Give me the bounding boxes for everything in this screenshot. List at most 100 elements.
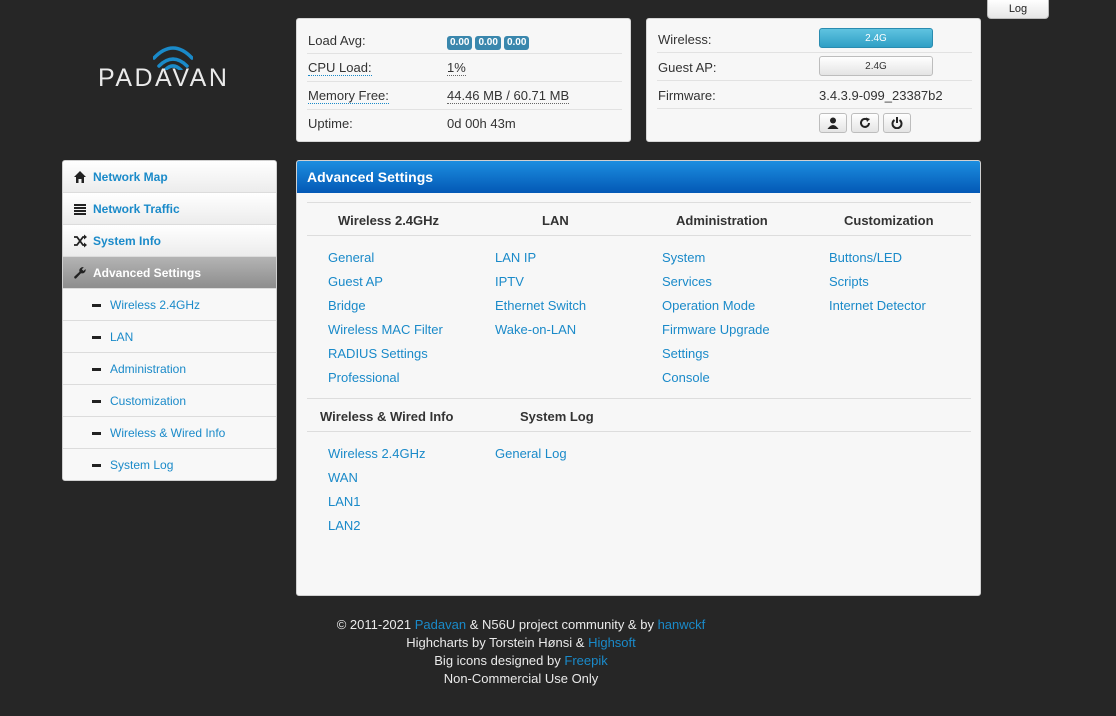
wireless-links: General Guest AP Bridge Wireless MAC Fil… [328, 250, 443, 394]
dash-icon [92, 432, 101, 435]
dash-icon [92, 400, 101, 403]
guest-ap-row: Guest AP: 2.4G [657, 53, 972, 81]
sidebar-item-label: Network Map [93, 170, 168, 184]
link-buttons-led[interactable]: Buttons/LED [829, 250, 926, 274]
list-icon [74, 204, 86, 215]
link-wireless-mac-filter[interactable]: Wireless MAC Filter [328, 322, 443, 346]
footer: © 2011-2021 Padavan & N56U project commu… [296, 616, 746, 688]
firmware-version-link[interactable]: 3.4.3.9-099_23387b2 [819, 88, 943, 103]
guest-ap-2g-button[interactable]: 2.4G [819, 56, 933, 76]
shuffle-icon [74, 234, 87, 248]
memory-free-link[interactable]: Memory Free: [308, 89, 389, 104]
link-iptv[interactable]: IPTV [495, 274, 586, 298]
logo-text: PADAVAN [98, 64, 230, 92]
link-firmware-upgrade[interactable]: Firmware Upgrade [662, 322, 770, 346]
wireless-label: Wireless: [658, 32, 712, 47]
link-console[interactable]: Console [662, 370, 770, 394]
cpu-load-link[interactable]: CPU Load: [308, 61, 372, 76]
sidebar-sub-label: System Log [110, 458, 174, 472]
link-wake-on-lan[interactable]: Wake-on-LAN [495, 322, 586, 346]
sidebar-sub-wireless-wired-info[interactable]: Wireless & Wired Info [63, 417, 276, 449]
link-operation-mode[interactable]: Operation Mode [662, 298, 770, 322]
sidebar-item-network-map[interactable]: Network Map [63, 161, 276, 193]
uptime-row: Uptime: 0d 00h 43m [307, 109, 622, 137]
sidebar-sub-label: Administration [110, 362, 187, 376]
sidebar-sub-administration[interactable]: Administration [63, 353, 276, 385]
log-button[interactable]: Log [987, 0, 1049, 19]
section-heading-system-log: System Log [520, 409, 594, 424]
section-heading-customization: Customization [844, 213, 934, 228]
copyright-text: © 2011-2021 [336, 617, 412, 632]
cpu-load-value: 1% [447, 60, 466, 76]
link-info-wan[interactable]: WAN [328, 470, 426, 494]
page-title: Advanced Settings [297, 161, 980, 193]
link-info-lan2[interactable]: LAN2 [328, 518, 426, 542]
link-system[interactable]: System [662, 250, 770, 274]
sidebar-item-network-traffic[interactable]: Network Traffic [63, 193, 276, 225]
sidebar-sub-lan[interactable]: LAN [63, 321, 276, 353]
highsoft-link[interactable]: Highsoft [588, 635, 636, 650]
sidebar-menu: Network Map Network Traffic System Info … [62, 160, 277, 481]
link-lan-ip[interactable]: LAN IP [495, 250, 586, 274]
padavan-link[interactable]: Padavan [415, 617, 466, 632]
administration-links: System Services Operation Mode Firmware … [662, 250, 770, 394]
link-services[interactable]: Services [662, 274, 770, 298]
power-icon [891, 117, 903, 130]
dash-icon [92, 304, 101, 307]
load-avg-values: 0.00 0.00 0.00 [447, 33, 532, 50]
padavan-logo: PADAVAN [98, 44, 248, 110]
highcharts-text: Highcharts by Torstein Hønsi & [406, 635, 585, 650]
link-scripts[interactable]: Scripts [829, 274, 926, 298]
sidebar-sub-label: Wireless 2.4GHz [110, 298, 201, 312]
sidebar-sub-system-log[interactable]: System Log [63, 449, 276, 480]
sidebar-sub-customization[interactable]: Customization [63, 385, 276, 417]
link-radius-settings[interactable]: RADIUS Settings [328, 346, 443, 370]
reboot-button[interactable] [851, 113, 879, 133]
link-info-lan1[interactable]: LAN1 [328, 494, 426, 518]
network-status-panel: Wireless: 2.4G Guest AP: 2.4G Firmware: … [646, 18, 981, 142]
section-heading-wireless: Wireless 2.4GHz [338, 213, 440, 228]
wireless-2g-button[interactable]: 2.4G [819, 28, 933, 48]
sidebar-item-advanced-settings[interactable]: Advanced Settings [63, 257, 276, 289]
firmware-label: Firmware: [658, 88, 716, 103]
action-buttons-row [657, 109, 972, 137]
wireless-row: Wireless: 2.4G [657, 25, 972, 53]
syslog-links: General Log [495, 446, 567, 470]
sidebar-item-label: Network Traffic [93, 202, 180, 216]
user-button[interactable] [819, 113, 847, 133]
sidebar-item-system-info[interactable]: System Info [63, 225, 276, 257]
cpu-load-row: CPU Load: 1% [307, 54, 622, 82]
freepik-link[interactable]: Freepik [564, 653, 607, 668]
memory-free-row: Memory Free: 44.46 MB / 60.71 MB [307, 82, 622, 110]
link-ethernet-switch[interactable]: Ethernet Switch [495, 298, 586, 322]
footer-line-4: Non-Commercial Use Only [443, 671, 599, 686]
firmware-row: Firmware: 3.4.3.9-099_23387b2 [657, 81, 972, 109]
dash-icon [92, 368, 101, 371]
power-button[interactable] [883, 113, 911, 133]
uptime-label: Uptime: [308, 116, 353, 131]
advanced-settings-panel: Advanced Settings Wireless 2.4GHz LAN Ad… [296, 160, 981, 596]
info-links: Wireless 2.4GHz WAN LAN1 LAN2 [328, 446, 426, 542]
footer-line-1: © 2011-2021 Padavan & N56U project commu… [296, 616, 746, 634]
uptime-value: 0d 00h 43m [447, 116, 516, 131]
sidebar-sub-wireless[interactable]: Wireless 2.4GHz [63, 289, 276, 321]
footer-line-2: Highcharts by Torstein Hønsi & Highsoft [296, 634, 746, 652]
sidebar-sub-label: Customization [110, 394, 187, 408]
dash-icon [92, 336, 101, 339]
load-avg-1min: 0.00 [447, 36, 473, 50]
link-guest-ap[interactable]: Guest AP [328, 274, 443, 298]
home-icon [74, 171, 86, 183]
community-text: & N56U project community & by [469, 617, 654, 632]
link-professional[interactable]: Professional [328, 370, 443, 394]
hanwckf-link[interactable]: hanwckf [658, 617, 706, 632]
sidebar-item-label: Advanced Settings [93, 266, 202, 280]
link-settings[interactable]: Settings [662, 346, 770, 370]
sidebar-item-label: System Info [93, 234, 162, 248]
link-general-log[interactable]: General Log [495, 446, 567, 470]
link-bridge[interactable]: Bridge [328, 298, 443, 322]
link-info-wireless[interactable]: Wireless 2.4GHz [328, 446, 426, 470]
link-general[interactable]: General [328, 250, 443, 274]
section-header-row: Wireless & Wired Info System Log [307, 398, 971, 432]
system-status-panel: Load Avg: 0.00 0.00 0.00 CPU Load: 1% Memo… [296, 18, 631, 142]
link-internet-detector[interactable]: Internet Detector [829, 298, 926, 322]
